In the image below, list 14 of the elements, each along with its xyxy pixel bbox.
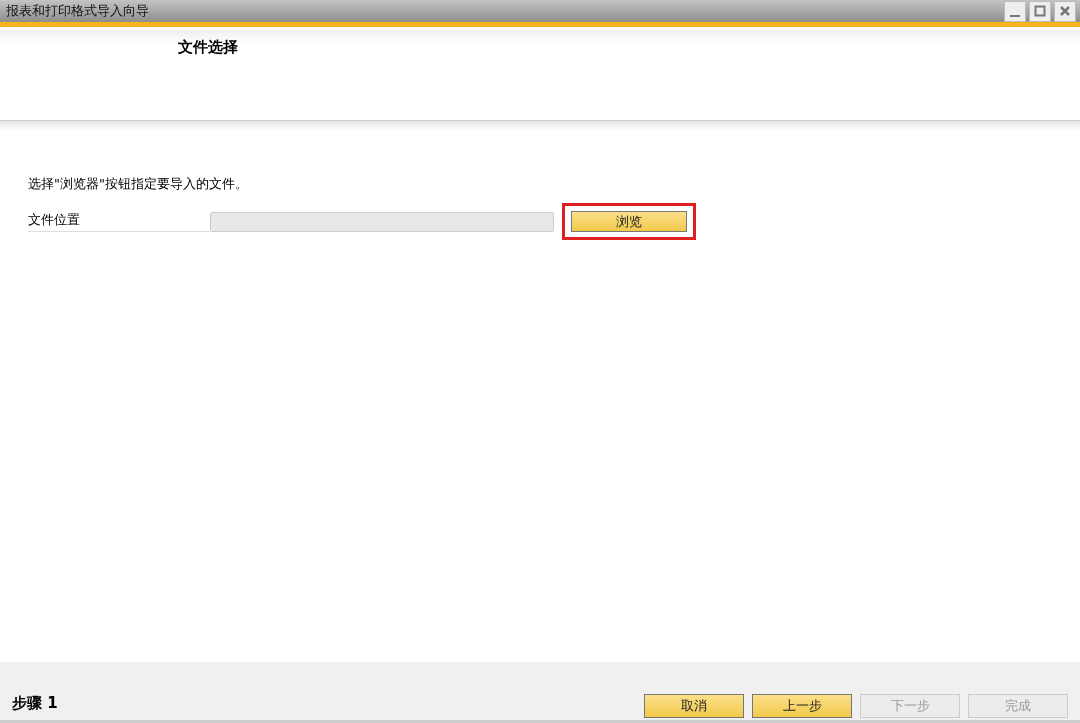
instruction-text: 选择"浏览器"按钮指定要导入的文件。 [28,175,249,193]
page-title: 文件选择 [178,38,238,56]
minimize-icon [1010,14,1020,17]
maximize-button[interactable] [1029,0,1051,22]
wizard-button[interactable]: 上一步 [752,694,852,718]
minimize-button[interactable] [1004,0,1026,22]
close-button[interactable] [1054,0,1076,22]
wizard-button[interactable]: 取消 [644,694,744,718]
step-label: 步骤 1 [12,693,58,713]
maximize-icon [1034,5,1046,17]
close-icon [1059,5,1071,17]
field-label: 文件位置 [28,211,210,232]
window-title: 报表和打印格式导入向导 [6,2,149,20]
browse-button[interactable]: 浏览 [571,211,687,232]
